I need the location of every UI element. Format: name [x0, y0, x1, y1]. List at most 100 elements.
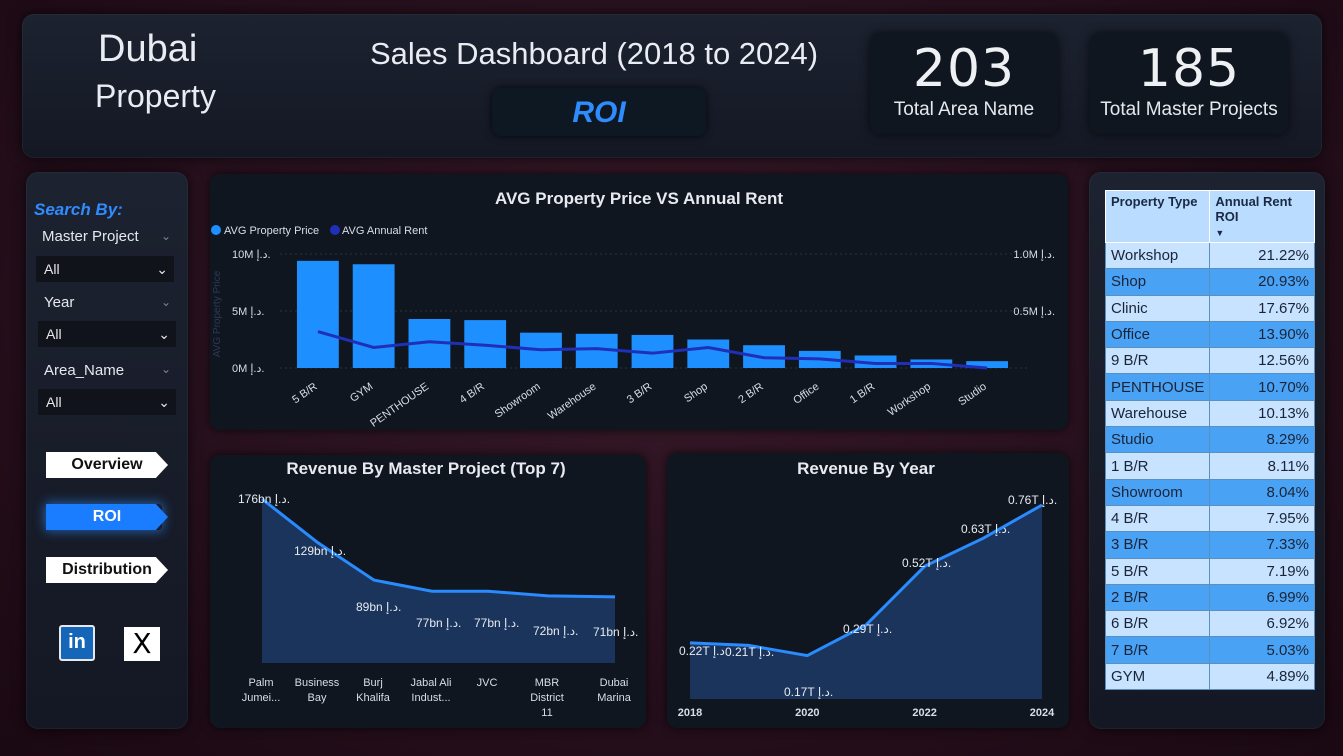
kpi-total-area-card: 203 Total Area Name: [870, 33, 1058, 134]
kpi-master-projects-value: 185: [1137, 39, 1241, 99]
cell-annual-rent-roi: 8.29%: [1209, 426, 1315, 454]
table-row[interactable]: 7 B/R 5.03%: [1104, 636, 1315, 664]
x-tick-label: Office: [791, 381, 821, 407]
table-row[interactable]: 1 B/R 8.11%: [1104, 452, 1315, 480]
x-tick-label-line: Palm: [248, 677, 273, 689]
table-row[interactable]: 5 B/R 7.19%: [1104, 557, 1315, 585]
table-row[interactable]: GYM 4.89%: [1104, 662, 1315, 691]
table-row[interactable]: 6 B/R 6.92%: [1104, 610, 1315, 638]
table-row[interactable]: 4 B/R 7.95%: [1104, 504, 1315, 533]
table-row[interactable]: Warehouse 10.13%: [1104, 399, 1315, 428]
x-tick-label-line: JVC: [477, 677, 498, 689]
chevron-down-icon: ⌄: [156, 261, 168, 277]
linkedin-icon[interactable]: in: [59, 625, 95, 661]
table-row[interactable]: Showroom 8.04%: [1104, 478, 1315, 506]
cell-property-type: 2 B/R: [1104, 583, 1211, 612]
bar-avg-property-price: [687, 339, 730, 368]
x-tick-label: Showroom: [493, 381, 543, 421]
chart-title: AVG Property Price VS Annual Rent: [495, 189, 783, 208]
slicer-year-label: Year: [44, 294, 75, 311]
chevron-down-icon: ⌄: [158, 394, 170, 410]
table-row[interactable]: Workshop 21.22%: [1104, 241, 1315, 270]
table-row[interactable]: 2 B/R 6.99%: [1104, 583, 1315, 612]
x-tick-label: GYM: [348, 381, 375, 405]
revenue-by-master-project-chart[interactable]: Revenue By Master Project (Top 7) 176bn د…: [210, 455, 646, 728]
bar-avg-property-price: [352, 264, 395, 368]
cell-annual-rent-roi: 8.11%: [1209, 452, 1315, 480]
chevron-down-icon[interactable]: ⌄: [161, 362, 171, 376]
annual-rent-roi-table[interactable]: Property Type Annual Rent ROI ▼ Workshop…: [1104, 190, 1315, 691]
x-tick-label-line: Dubai: [600, 677, 629, 689]
page-label-roi: ROI: [492, 88, 706, 136]
table-row[interactable]: 3 B/R 7.33%: [1104, 531, 1315, 559]
cell-property-type: Clinic: [1104, 294, 1211, 322]
x-tick-label: MBR District 11: [530, 677, 564, 719]
cell-property-type: Showroom: [1104, 478, 1211, 506]
data-label: 129bn د.إ.: [294, 544, 346, 558]
cell-annual-rent-roi: 6.92%: [1209, 610, 1315, 638]
data-label: 77bn د.إ.: [474, 616, 519, 630]
table-header-annual-rent-roi[interactable]: Annual Rent ROI ▼: [1209, 190, 1315, 243]
y-tick-right: 1.0M د.إ.: [1013, 249, 1055, 261]
data-label: 0.22T د.إ.: [679, 644, 728, 658]
cell-annual-rent-roi: 6.99%: [1209, 583, 1315, 612]
y-tick-left: 0M د.إ.: [232, 363, 264, 375]
revenue-by-year-chart[interactable]: Revenue By Year 0.22T د.إ.0.21T د.إ. 0.17T…: [667, 453, 1069, 728]
x-tick-label: Palm Jumei...: [242, 677, 281, 704]
cell-property-type: 7 B/R: [1104, 636, 1211, 664]
distribution-button[interactable]: Distribution: [46, 557, 168, 583]
y-axis-label-left: AVG Property Price: [212, 270, 223, 357]
x-tick-label: JVC: [477, 677, 498, 689]
sort-descending-icon: ▼: [1215, 228, 1225, 238]
avg-price-vs-rent-chart[interactable]: AVG Property Price VS Annual Rent AVG Pro…: [210, 174, 1068, 430]
cell-property-type: Workshop: [1104, 241, 1211, 270]
table-row[interactable]: Office 13.90%: [1104, 320, 1315, 349]
legend-marker-price: [211, 225, 221, 235]
x-tick-label-line: Bay: [308, 692, 327, 704]
x-tick-label: 2024: [1030, 707, 1055, 719]
cell-annual-rent-roi: 4.89%: [1209, 662, 1315, 691]
table-header-property-type[interactable]: Property Type: [1104, 190, 1211, 243]
table-row[interactable]: 9 B/R 12.56%: [1104, 347, 1315, 375]
x-tick-label-line: Indust...: [411, 692, 450, 704]
roi-button[interactable]: ROI: [46, 504, 168, 530]
chevron-down-icon[interactable]: ⌄: [161, 229, 171, 243]
y-tick-right: 0.5M د.إ.: [1013, 306, 1055, 318]
x-tick-label: 2 B/R: [736, 381, 765, 407]
slicer-year-dropdown[interactable]: All ⌄: [38, 321, 176, 347]
table-row[interactable]: Shop 20.93%: [1104, 268, 1315, 296]
cell-annual-rent-roi: 10.70%: [1209, 373, 1315, 401]
cell-annual-rent-roi: 13.90%: [1209, 320, 1315, 349]
x-tick-label-line: Jabal Ali: [411, 677, 452, 689]
data-label: 0.21T د.إ.: [725, 645, 774, 659]
x-tick-label-line: Business: [295, 677, 340, 689]
data-label: 0.29T د.إ.: [843, 622, 892, 636]
cell-property-type: GYM: [1104, 662, 1211, 691]
slicer-area-name-label: Area_Name: [44, 362, 125, 379]
x-tick-label: 4 B/R: [457, 381, 486, 407]
x-tick-label: 3 B/R: [625, 381, 654, 407]
data-label: 0.76T د.إ.: [1008, 493, 1057, 507]
cell-annual-rent-roi: 7.33%: [1209, 531, 1315, 559]
data-label: 0.17T د.إ.: [784, 685, 833, 699]
x-tick-label-line: MBR: [535, 677, 560, 689]
x-tick-label: Workshop: [886, 381, 933, 419]
x-tick-label: Jabal Ali Indust...: [411, 677, 452, 704]
slicer-master-project-dropdown[interactable]: All ⌄: [36, 256, 174, 282]
cell-property-type: 4 B/R: [1104, 504, 1211, 533]
chevron-down-icon[interactable]: ⌄: [161, 295, 171, 309]
x-tick-label: Studio: [956, 381, 988, 409]
table-row[interactable]: Clinic 17.67%: [1104, 294, 1315, 322]
y-tick-left: 10M د.إ.: [232, 249, 271, 261]
x-tick-label: 2020: [795, 707, 819, 719]
cell-annual-rent-roi: 20.93%: [1209, 268, 1315, 296]
x-twitter-icon[interactable]: X: [124, 627, 160, 661]
slicer-area-name-dropdown[interactable]: All ⌄: [38, 389, 176, 415]
table-row[interactable]: Studio 8.29%: [1104, 426, 1315, 454]
overview-button[interactable]: Overview: [46, 452, 168, 478]
cell-annual-rent-roi: 7.95%: [1209, 504, 1315, 533]
table-row[interactable]: PENTHOUSE 10.70%: [1104, 373, 1315, 401]
chart-title: Revenue By Year: [797, 459, 935, 478]
x-tick-label-line: Marina: [597, 692, 632, 704]
kpi-master-projects-card: 185 Total Master Projects: [1090, 33, 1288, 134]
